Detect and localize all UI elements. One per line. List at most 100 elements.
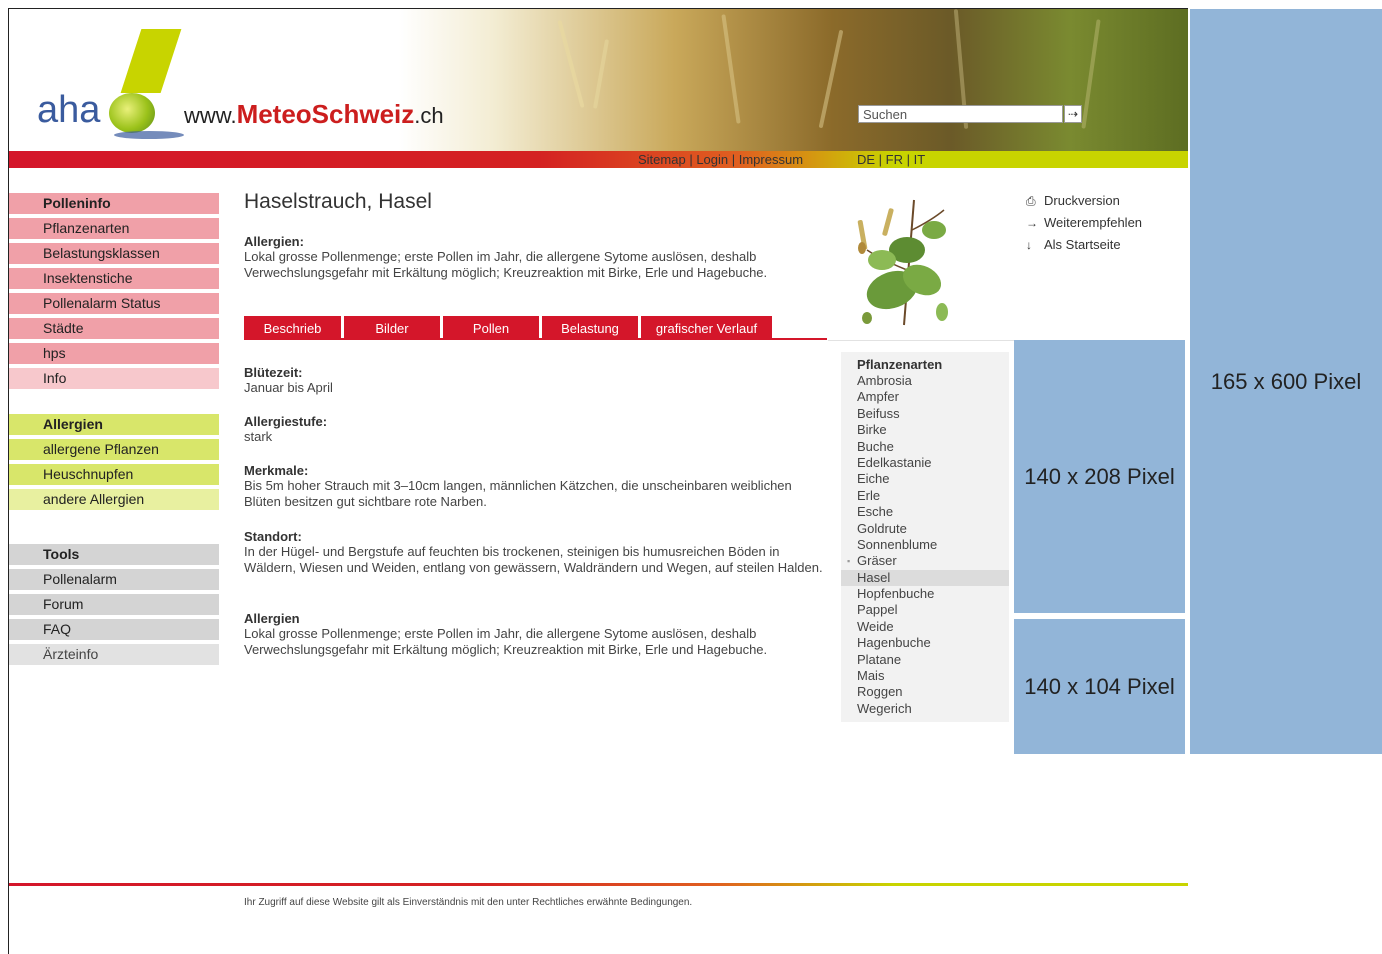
plant-list-item[interactable]: Ambrosia <box>841 373 1009 389</box>
page-title: Haselstrauch, Hasel <box>244 190 432 213</box>
site-prefix: www. <box>184 103 237 128</box>
plant-list-item[interactable]: Wegerich <box>841 701 1009 717</box>
separator: | <box>875 152 886 167</box>
plant-list-item[interactable]: Esche <box>841 504 1009 520</box>
nav-allergene-pflanzen[interactable]: allergene Pflanzen <box>9 439 219 460</box>
plant-list-item-label: Mais <box>857 668 885 684</box>
separator: | <box>685 152 697 167</box>
impressum-link[interactable]: Impressum <box>739 152 803 167</box>
print-icon: ⎙ <box>1026 194 1036 208</box>
plant-list-item[interactable]: Platane <box>841 652 1009 668</box>
separator: | <box>903 152 914 167</box>
plant-list-item-label: Goldrute <box>857 520 907 536</box>
nav-heuschnupfen[interactable]: Heuschnupfen <box>9 464 219 485</box>
nav-pollenalarm[interactable]: Pollenalarm <box>9 569 219 590</box>
plant-list-item[interactable]: Buche <box>841 439 1009 455</box>
arrow-down-icon: ↓ <box>1026 238 1032 252</box>
plant-list-items: Ambrosia Ampfer Beifuss Birke Buche Edelkasta… <box>841 373 1009 717</box>
section-heading: Standort: <box>244 529 302 544</box>
nav-belastungsklassen[interactable]: Belastungsklassen <box>9 243 219 264</box>
plant-list-item-label: Birke <box>857 422 887 438</box>
tab-bilder[interactable]: Bilder <box>344 316 440 340</box>
login-link[interactable]: Login <box>696 152 728 167</box>
search-input[interactable]: Suchen <box>858 105 1063 123</box>
plant-list-item-label: Weide <box>857 618 894 634</box>
ad-medium-rectangle[interactable]: 140 x 208 Pixel <box>1014 340 1185 613</box>
tab-pollen[interactable]: Pollen <box>443 316 539 340</box>
header-banner-image <box>399 9 1188 151</box>
tab-grafischer-verlauf[interactable]: grafischer Verlauf <box>641 316 772 340</box>
plant-list-item[interactable]: Hasel <box>841 569 1009 587</box>
plant-list-item-label: Wegerich <box>857 700 912 716</box>
logo-aha[interactable]: aha <box>37 89 100 132</box>
nav-forum[interactable]: Forum <box>9 594 219 615</box>
nav-pollenalarm-status[interactable]: Pollenalarm Status <box>9 293 219 314</box>
section-allergien: Allergien Lokal grosse Pollenmenge; erst… <box>244 611 824 658</box>
plant-list-item-label: Beifuss <box>857 405 900 421</box>
plant-list-item[interactable]: Roggen <box>841 684 1009 700</box>
plant-list-item[interactable]: ▪ Gräser <box>841 553 1009 569</box>
nav-info[interactable]: Info <box>9 368 219 389</box>
plant-list-item-label: Eiche <box>857 471 890 487</box>
plant-list-item-label: Pappel <box>857 602 898 618</box>
plant-list-item-label: Sonnenblume <box>857 536 938 552</box>
lang-it-link[interactable]: IT <box>914 152 926 167</box>
language-switcher: DE | FR | IT <box>857 151 925 168</box>
tool-label: Weiterempfehlen <box>1044 215 1143 230</box>
plant-list-item-label: Erle <box>857 487 881 503</box>
ad-skyscraper[interactable]: 165 x 600 Pixel <box>1190 9 1382 754</box>
nav-allergien[interactable]: Allergien <box>9 414 219 435</box>
nav-aerzteinfo[interactable]: Ärzteinfo <box>9 644 219 665</box>
plant-list-item[interactable]: Hopfenbuche <box>841 586 1009 602</box>
tab-beschrieb[interactable]: Beschrieb <box>244 316 341 340</box>
plant-list-item[interactable]: Pappel <box>841 602 1009 618</box>
plant-list-item[interactable]: Mais <box>841 668 1009 684</box>
arrow-right-icon: → <box>1026 216 1038 230</box>
footer-color-band <box>9 883 1188 886</box>
plant-list-item-label: Edelkastanie <box>857 454 932 470</box>
lang-fr-link[interactable]: FR <box>886 152 903 167</box>
plant-list-item-label: Ambrosia <box>857 373 912 388</box>
section-text: In der Hügel- und Bergstufe auf feuchten… <box>244 544 823 575</box>
print-version-link[interactable]: ⎙ Druckversion <box>1026 190 1142 212</box>
plant-list-item[interactable]: Birke <box>841 422 1009 438</box>
plant-list-item[interactable]: Erle <box>841 488 1009 504</box>
recommend-link[interactable]: → Weiterempfehlen <box>1026 212 1142 234</box>
nav-tools[interactable]: Tools <box>9 544 219 565</box>
nav-insektenstiche[interactable]: Insektenstiche <box>9 268 219 289</box>
plant-list-heading: Pflanzenarten <box>857 357 943 372</box>
plant-list-item[interactable]: Ampfer <box>841 389 1009 405</box>
section-text: Januar bis April <box>244 380 333 395</box>
plant-list-item-label: Roggen <box>857 684 903 700</box>
sitemap-link[interactable]: Sitemap <box>638 152 686 167</box>
nav-faq[interactable]: FAQ <box>9 619 219 640</box>
header-color-band <box>9 151 1188 168</box>
section-text: Lokal grosse Pollenmenge; erste Pollen i… <box>244 626 768 657</box>
plant-list-item[interactable]: Hagenbuche <box>841 635 1009 651</box>
nav-allergien-group: Allergien allergene Pflanzen Heuschnupfe… <box>9 414 219 514</box>
plant-list-item[interactable]: Goldrute <box>841 521 1009 537</box>
search-submit-icon[interactable]: ⇢ <box>1064 105 1082 123</box>
plant-list-item[interactable]: Beifuss <box>841 406 1009 422</box>
nav-pflanzenarten[interactable]: Pflanzenarten <box>9 218 219 239</box>
nav-andere-allergien[interactable]: andere Allergien <box>9 489 219 510</box>
site-name[interactable]: www.MeteoSchweiz.ch <box>184 99 444 130</box>
bullet-icon: ▪ <box>847 556 851 567</box>
nav-tools-group: Tools Pollenalarm Forum FAQ Ärzteinfo <box>9 544 219 669</box>
site-brand: MeteoSchweiz <box>236 99 415 129</box>
nav-polleninfo[interactable]: Polleninfo <box>9 193 219 214</box>
set-homepage-link[interactable]: ↓ Als Startseite <box>1026 234 1142 256</box>
ad-small-rectangle[interactable]: 140 x 104 Pixel <box>1014 619 1185 754</box>
tab-belastung[interactable]: Belastung <box>542 316 638 340</box>
plant-list-item-label: Ampfer <box>857 389 899 405</box>
plant-list-item[interactable]: Edelkastanie <box>841 455 1009 471</box>
plant-list-item[interactable]: Eiche <box>841 471 1009 487</box>
tool-label: Druckversion <box>1044 193 1120 208</box>
lang-de-link[interactable]: DE <box>857 152 875 167</box>
plant-list-item[interactable]: Weide <box>841 619 1009 635</box>
plant-list-item[interactable]: Sonnenblume <box>841 537 1009 553</box>
site-suffix: .ch <box>414 103 444 128</box>
nav-staedte[interactable]: Städte <box>9 318 219 339</box>
section-heading: Blütezeit: <box>244 365 303 380</box>
nav-hps[interactable]: hps <box>9 343 219 364</box>
